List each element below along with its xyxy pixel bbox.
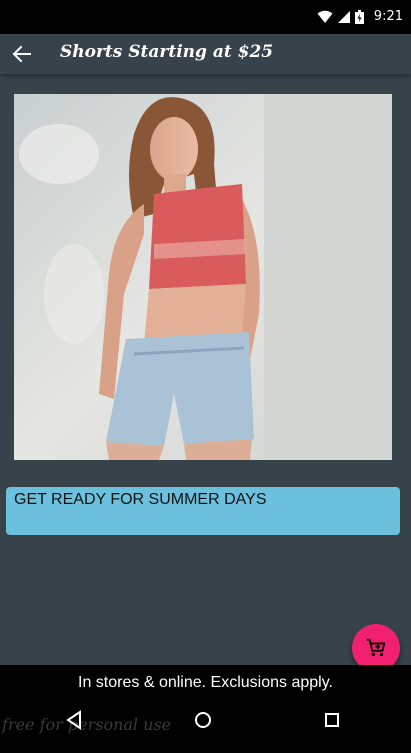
battery-icon	[354, 9, 364, 24]
app-bar: Shorts Starting at $25	[0, 34, 411, 74]
nav-back-icon	[66, 710, 81, 730]
promo-text: GET READY FOR SUMMER DAYS	[14, 491, 267, 508]
nav-home-icon	[195, 712, 211, 728]
promo-card[interactable]: GET READY FOR SUMMER DAYS	[6, 487, 400, 535]
add-to-cart-icon	[366, 638, 386, 657]
status-time: 9:21	[373, 9, 403, 24]
arrow-left-icon	[12, 45, 31, 63]
wifi-icon	[317, 10, 333, 23]
product-photo	[14, 94, 392, 460]
nav-back-button[interactable]	[62, 708, 86, 732]
nav-recents-icon	[325, 713, 339, 727]
status-bar: 9:21	[0, 0, 411, 34]
status-icons: 9:21	[317, 9, 403, 24]
page-title: Shorts Starting at $25	[60, 42, 274, 62]
nav-home-button[interactable]	[191, 708, 215, 732]
watermark-text: free for personal use	[2, 715, 172, 734]
back-button[interactable]	[8, 39, 38, 69]
disclaimer-text: In stores & online. Exclusions apply.	[78, 674, 333, 691]
product-photo-illustration	[14, 94, 392, 460]
cell-signal-icon	[337, 10, 350, 23]
nav-recents-button[interactable]	[320, 708, 344, 732]
navigation-bar: In stores & online. Exclusions apply. fr…	[0, 665, 411, 753]
